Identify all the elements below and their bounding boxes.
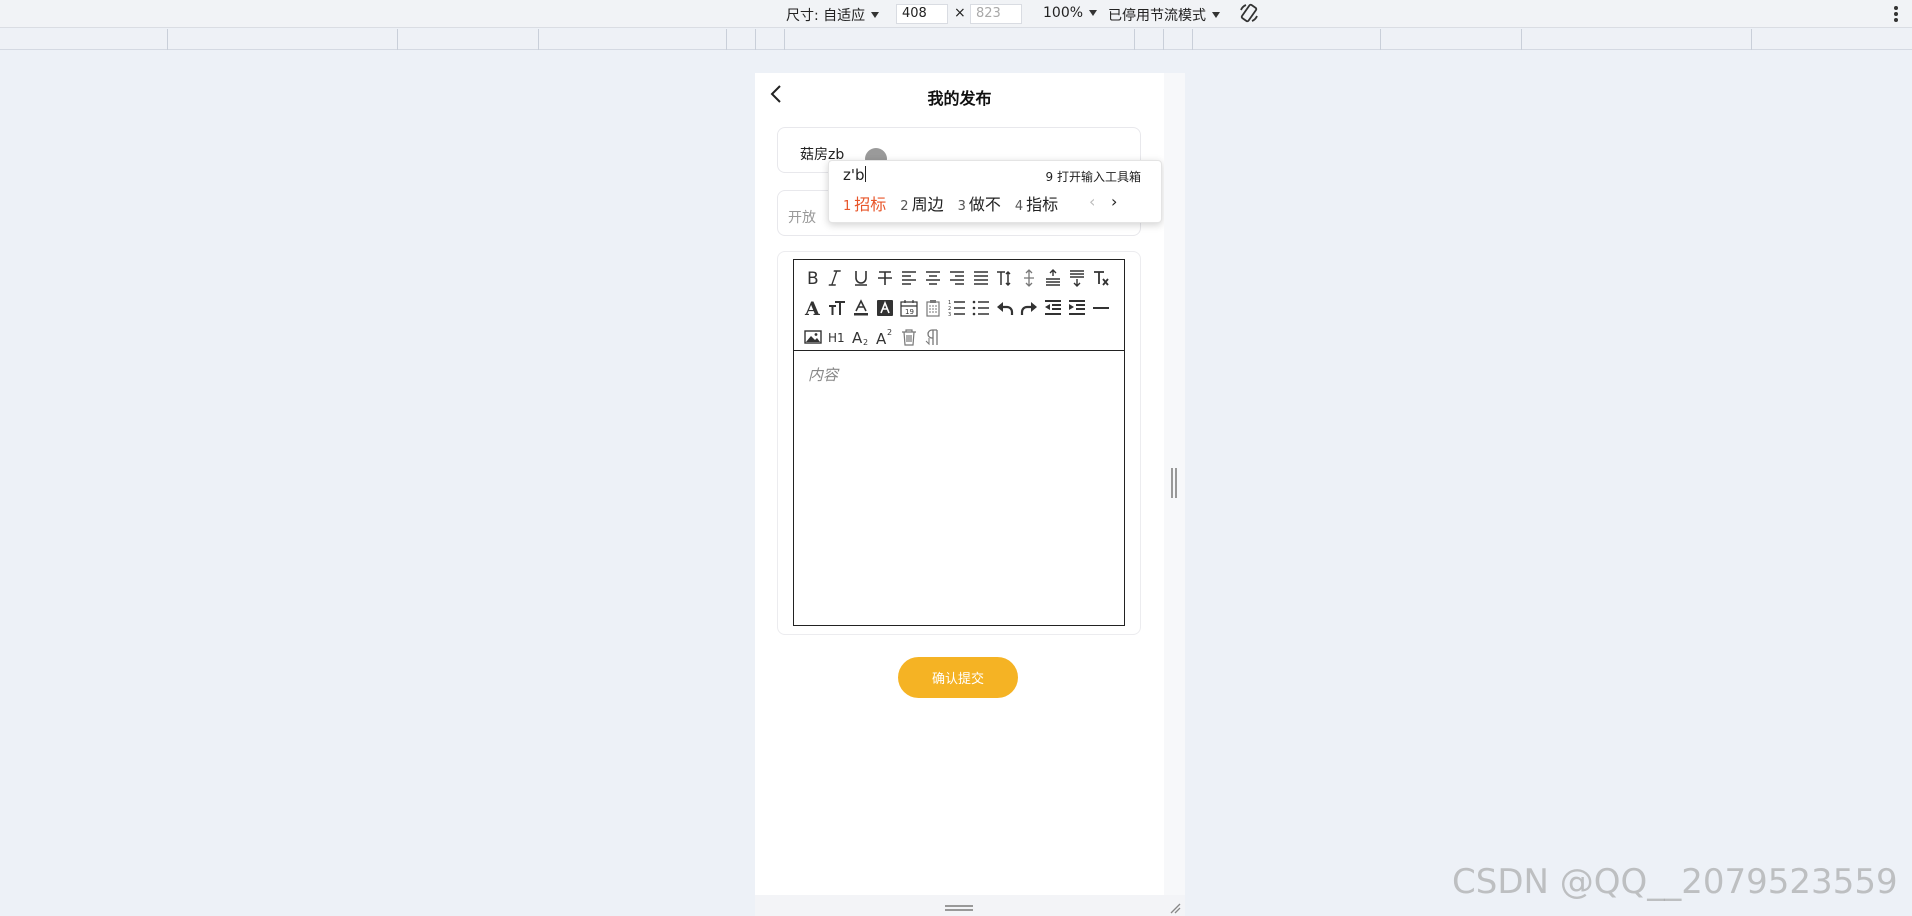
throttle-label: 已停用节流模式 <box>1108 8 1206 24</box>
remove-format-icon[interactable] <box>1089 267 1113 289</box>
rich-text-editor: B A 19 1 2 3 H1 A 2 A 2 内容 <box>793 259 1125 626</box>
watermark: CSDN @QQ__2079523559 <box>1452 862 1898 902</box>
chevron-down-icon <box>1089 10 1098 16</box>
candidate-text: 周边 <box>911 195 944 214</box>
candidate-number: 2 <box>900 199 909 214</box>
svg-text:A: A <box>804 299 820 317</box>
resize-handle-right[interactable] <box>1171 468 1177 498</box>
ime-candidate[interactable]: 4 指标 <box>1015 191 1058 215</box>
chevron-down-icon <box>1212 12 1220 18</box>
ime-candidate[interactable]: 3 做不 <box>958 191 1001 215</box>
font-size-icon[interactable] <box>993 267 1017 289</box>
superscript-icon[interactable]: A2 <box>873 326 897 348</box>
bold-icon[interactable]: B <box>801 267 825 289</box>
media-query-ruler <box>0 29 1912 50</box>
paragraph-space-before-icon[interactable] <box>1041 267 1065 289</box>
unordered-list-icon[interactable] <box>969 297 993 319</box>
indent-icon[interactable] <box>1065 297 1089 319</box>
device-toolbar: 尺寸: 自适应 408 × 823 100% 已停用节流模式 <box>0 0 1912 28</box>
throttle-dropdown[interactable]: 已停用节流模式 <box>1108 5 1220 25</box>
rotate-icon <box>1240 3 1258 23</box>
ime-candidates: 1 招标 2 周边 3 做不 4 指标 <box>843 191 1058 215</box>
svg-text:A: A <box>852 329 863 346</box>
ime-prev-page-icon[interactable]: ‹ <box>1089 192 1095 211</box>
text-size-icon[interactable] <box>825 297 849 319</box>
editor-card: B A 19 1 2 3 H1 A 2 A 2 内容 <box>777 251 1141 635</box>
strikethrough-icon[interactable] <box>873 267 897 289</box>
resize-handle-corner[interactable] <box>1165 898 1181 914</box>
dimensions-label: 尺寸: 自适应 <box>786 8 866 24</box>
ime-candidate-window: z'b 9 打开输入工具箱 1 招标 2 周边 3 做不 4 指标 ‹ › <box>828 160 1162 223</box>
text-caret <box>864 166 866 182</box>
subscript-icon[interactable]: A2 <box>849 326 873 348</box>
ime-toolbox-hint[interactable]: 9 打开输入工具箱 <box>1046 168 1141 185</box>
times-sign: × <box>954 5 966 21</box>
outdent-icon[interactable] <box>1041 297 1065 319</box>
height-input[interactable]: 823 <box>970 4 1022 24</box>
candidate-number: 1 <box>843 199 852 214</box>
heading-icon[interactable]: H1 <box>825 326 849 348</box>
resize-handle-bottom[interactable] <box>945 905 973 911</box>
svg-text:A: A <box>876 330 887 346</box>
more-options-icon[interactable] <box>1894 4 1898 24</box>
submit-button[interactable]: 确认提交 <box>898 657 1018 698</box>
redo-icon[interactable] <box>1017 297 1041 319</box>
svg-text:B: B <box>807 269 819 287</box>
italic-icon[interactable] <box>825 267 849 289</box>
chevron-down-icon <box>871 12 880 18</box>
line-height-icon[interactable] <box>1017 267 1041 289</box>
insert-date-icon[interactable]: 19 <box>897 297 921 319</box>
ime-next-page-icon[interactable]: › <box>1111 192 1117 211</box>
editor-toolbar: B A 19 1 2 3 H1 A 2 A 2 <box>794 260 1124 351</box>
svg-text:2: 2 <box>887 328 892 337</box>
candidate-text: 招标 <box>854 195 887 214</box>
editor-placeholder[interactable]: 内容 <box>808 364 838 385</box>
align-left-icon[interactable] <box>897 267 921 289</box>
mobile-viewport: 我的发布 菇房zb 开放 z'b 9 打开输入工具箱 1 招标 2 周边 3 做不 4… <box>755 73 1185 916</box>
align-center-icon[interactable] <box>921 267 945 289</box>
toolbar-row-3: H1 A2 A2 <box>801 326 945 348</box>
delete-icon[interactable] <box>897 326 921 348</box>
underline-icon[interactable] <box>849 267 873 289</box>
clipboard-icon[interactable] <box>921 297 945 319</box>
svg-text:19: 19 <box>905 308 914 316</box>
toolbar-row-1: B <box>801 267 1113 289</box>
page-title: 我的发布 <box>927 89 992 108</box>
paragraph-mark-icon[interactable] <box>921 326 945 348</box>
paragraph-space-after-icon[interactable] <box>1065 267 1089 289</box>
toolbar-row-2: A 19 123 <box>801 297 1113 319</box>
svg-text:2: 2 <box>863 338 868 346</box>
candidate-text: 指标 <box>1026 195 1059 214</box>
ime-composition-text: z'b <box>843 166 865 184</box>
ime-candidate[interactable]: 2 周边 <box>900 191 943 215</box>
candidate-number: 3 <box>957 199 966 214</box>
width-input[interactable]: 408 <box>896 4 948 24</box>
ime-composition: z'b <box>843 166 866 184</box>
align-justify-icon[interactable] <box>969 267 993 289</box>
font-family-icon[interactable]: A <box>801 297 825 319</box>
candidate-number: 4 <box>1014 199 1024 214</box>
zoom-label: 100% <box>1043 5 1084 21</box>
horizontal-rule-icon[interactable] <box>1089 297 1113 319</box>
ordered-list-icon[interactable]: 123 <box>945 297 969 319</box>
font-color-icon[interactable] <box>849 297 873 319</box>
rotate-button[interactable] <box>1238 2 1260 24</box>
align-right-icon[interactable] <box>945 267 969 289</box>
candidate-text: 做不 <box>968 195 1001 214</box>
dimensions-dropdown[interactable]: 尺寸: 自适应 <box>786 5 880 25</box>
undo-icon[interactable] <box>993 297 1017 319</box>
svg-text:H1: H1 <box>828 331 845 345</box>
ime-candidate[interactable]: 1 招标 <box>843 191 886 215</box>
insert-image-icon[interactable] <box>801 326 825 348</box>
zoom-dropdown[interactable]: 100% <box>1043 5 1098 21</box>
background-color-icon[interactable] <box>873 297 897 319</box>
svg-text:3: 3 <box>948 312 951 317</box>
